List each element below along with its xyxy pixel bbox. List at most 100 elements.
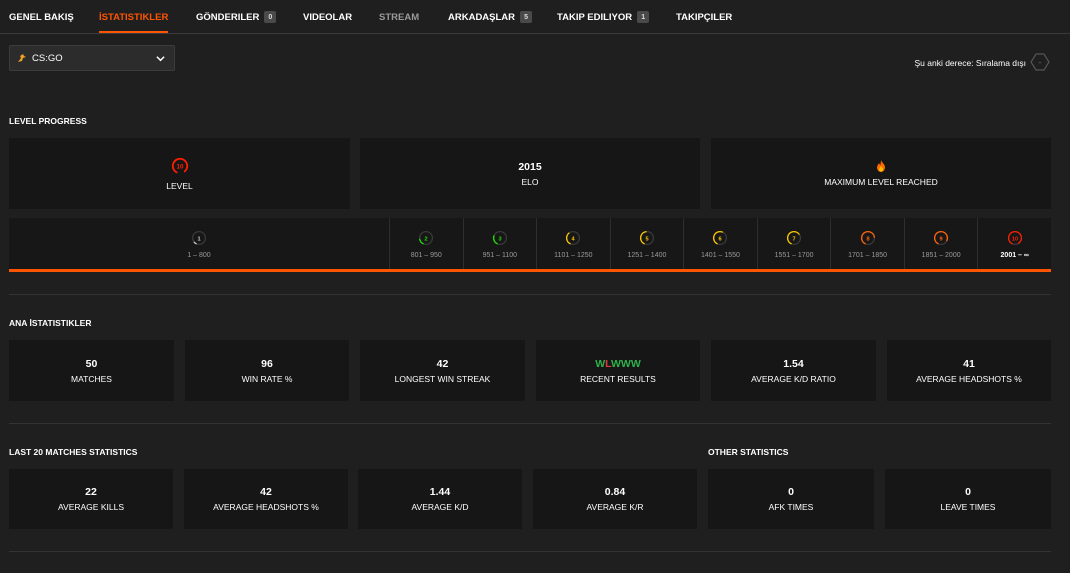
stat-label: AVERAGE K/D bbox=[411, 502, 469, 512]
game-select-value: CS:GO bbox=[32, 52, 63, 64]
stat-value: 1.44 bbox=[429, 486, 451, 498]
rank-hex-icon: - bbox=[1030, 52, 1050, 74]
count-badge: 5 bbox=[520, 11, 533, 23]
stat-label: AVERAGE K/D RATIO bbox=[751, 373, 836, 384]
stat-value: 42 bbox=[260, 486, 272, 498]
stat-value: 1.54 bbox=[783, 357, 804, 370]
elo-card: 2015 ELO bbox=[360, 138, 700, 209]
tab-arkadaslar[interactable]: ARKADAŞLAR 5 bbox=[448, 0, 533, 34]
result-win: W bbox=[595, 357, 606, 370]
level-number: 9 bbox=[940, 236, 943, 242]
level-range-label: 801 – 950 bbox=[410, 251, 442, 259]
stat-card-last20-kd: 1.44 AVERAGE K/D bbox=[358, 469, 522, 529]
stat-value: 0.84 bbox=[604, 486, 626, 498]
elo-value: 2015 bbox=[518, 160, 542, 173]
level-range-label: 1 – 800 bbox=[187, 251, 211, 259]
tab-stream[interactable]: STREAM bbox=[379, 0, 419, 34]
tab-label: VIDEOLAR bbox=[303, 11, 353, 23]
stat-value: 0 bbox=[788, 486, 794, 498]
stat-label: LEAVE TIMES bbox=[940, 502, 996, 512]
stat-label: AFK TIMES bbox=[768, 502, 814, 512]
tab-label: GÖNDERILER bbox=[196, 11, 260, 23]
stat-card-matches: 50 MATCHES bbox=[9, 340, 174, 401]
level-segment-5: 5 1251 – 1400 bbox=[609, 218, 684, 270]
level-range-label: 951 – 1100 bbox=[482, 251, 518, 259]
game-select-dropdown[interactable]: CS:GO bbox=[9, 45, 175, 71]
level-card-label: LEVEL bbox=[166, 180, 193, 191]
last20-title: LAST 20 MATCHES STATISTICS bbox=[9, 447, 138, 457]
level-number: 8 bbox=[866, 236, 869, 242]
level-number: 10 bbox=[1012, 236, 1018, 242]
level-segment-9: 9 1851 – 2000 bbox=[903, 218, 978, 270]
level-range-label: 1701 – 1850 bbox=[848, 251, 888, 259]
stat-label: RECENT RESULTS bbox=[580, 373, 656, 384]
max-level-label: MAXIMUM LEVEL REACHED bbox=[824, 177, 938, 187]
tab-label: İSTATISTIKLER bbox=[99, 11, 169, 23]
level-progress-bar bbox=[9, 269, 1051, 272]
level-segment-6: 6 1401 – 1550 bbox=[683, 218, 757, 270]
level-4-icon: 4 bbox=[566, 230, 581, 245]
tab-label: ARKADAŞLAR bbox=[448, 11, 516, 23]
tab-takip-ediliyor[interactable]: TAKIP EDILIYOR 1 bbox=[557, 0, 650, 34]
stat-card-average-kills: 22 AVERAGE KILLS bbox=[9, 469, 173, 529]
tab-takipciler[interactable]: TAKIPÇILER bbox=[676, 0, 732, 34]
tab-gonderiler[interactable]: GÖNDERILER 0 bbox=[196, 0, 277, 34]
section-divider bbox=[9, 423, 1051, 424]
recent-results-value: WLWWW bbox=[595, 358, 641, 370]
stat-card-last20-headshots: 42 AVERAGE HEADSHOTS % bbox=[184, 469, 348, 529]
tab-label: TAKIPÇILER bbox=[676, 11, 733, 23]
level-segment-8: 8 1701 – 1850 bbox=[830, 218, 904, 270]
level-range-label: 1101 – 1250 bbox=[554, 251, 593, 259]
stat-card-last20-kr: 0.84 AVERAGE K/R bbox=[533, 469, 697, 529]
rank-hex-value: - bbox=[1039, 58, 1042, 67]
stat-card-average-headshots: 41 AVERAGE HEADSHOTS % bbox=[887, 340, 1051, 401]
stat-label: AVERAGE HEADSHOTS % bbox=[916, 373, 1022, 384]
main-stats-title: ANA İSTATISTIKLER bbox=[9, 318, 92, 328]
level-segment-7: 7 1551 – 1700 bbox=[756, 218, 831, 270]
level-1-icon: 1 bbox=[191, 230, 207, 245]
level-10-icon: 10 bbox=[1007, 230, 1022, 245]
tab-genel-bakis[interactable]: GENEL BAKIŞ bbox=[9, 0, 74, 34]
level-range-label: 1251 – 1400 bbox=[627, 251, 667, 259]
level-number: 6 bbox=[719, 236, 722, 242]
level-scale: 1 1 – 800 2 801 – 950 3 951 – 1100 4 1101 – 125… bbox=[9, 218, 1051, 270]
level-number: 3 bbox=[498, 236, 501, 242]
level-5-icon: 5 bbox=[639, 230, 654, 245]
stat-value: 41 bbox=[963, 357, 975, 370]
stat-value: 0 bbox=[965, 486, 971, 498]
other-stats-title: OTHER STATISTICS bbox=[708, 447, 789, 457]
tab-videolar[interactable]: VIDEOLAR bbox=[303, 0, 352, 34]
profile-nav: GENEL BAKIŞ İSTATISTIKLER GÖNDERILER 0 V… bbox=[0, 0, 1070, 34]
current-rank: Şu anki derece: Sıralama dışı - bbox=[914, 53, 1050, 73]
stat-value: 96 bbox=[261, 357, 273, 370]
level-range-label: 1851 – 2000 bbox=[921, 251, 961, 259]
level-card-value: 10 bbox=[176, 163, 184, 170]
chevron-down-icon bbox=[156, 54, 165, 66]
level-segment-3: 3 951 – 1100 bbox=[462, 218, 537, 270]
stat-card-longest-win-streak: 42 LONGEST WIN STREAK bbox=[360, 340, 525, 401]
max-level-card: MAXIMUM LEVEL REACHED bbox=[711, 138, 1051, 209]
section-divider bbox=[9, 551, 1051, 552]
result-win: W bbox=[620, 357, 631, 370]
level-10-icon: 10 bbox=[171, 157, 189, 177]
stat-label: WIN RATE % bbox=[241, 373, 293, 384]
flame-icon bbox=[876, 160, 886, 174]
stat-value: 42 bbox=[436, 357, 449, 370]
stat-card-average-kd: 1.54 AVERAGE K/D RATIO bbox=[711, 340, 876, 401]
level-progress-title: LEVEL PROGRESS bbox=[9, 116, 87, 126]
stat-card-win-rate: 96 WIN RATE % bbox=[185, 340, 349, 401]
stat-label: LONGEST WIN STREAK bbox=[394, 373, 491, 384]
tab-label: STREAM bbox=[379, 11, 420, 23]
stat-value: 50 bbox=[85, 357, 98, 370]
tab-label: TAKIP EDILIYOR bbox=[557, 11, 633, 23]
count-badge: 0 bbox=[264, 11, 277, 23]
elo-label: ELO bbox=[521, 176, 539, 187]
tab-istatistikler[interactable]: İSTATISTIKLER bbox=[99, 0, 169, 34]
result-win: W bbox=[611, 357, 621, 370]
level-6-icon: 6 bbox=[713, 230, 728, 245]
stat-card-afk-times: 0 AFK TIMES bbox=[708, 469, 874, 529]
rank-text: Şu anki derece: Sıralama dışı bbox=[914, 58, 1026, 68]
stat-label: AVERAGE K/R bbox=[586, 502, 644, 512]
level-8-icon: 8 bbox=[860, 230, 875, 245]
level-range-label: 1401 – 1550 bbox=[701, 251, 740, 259]
